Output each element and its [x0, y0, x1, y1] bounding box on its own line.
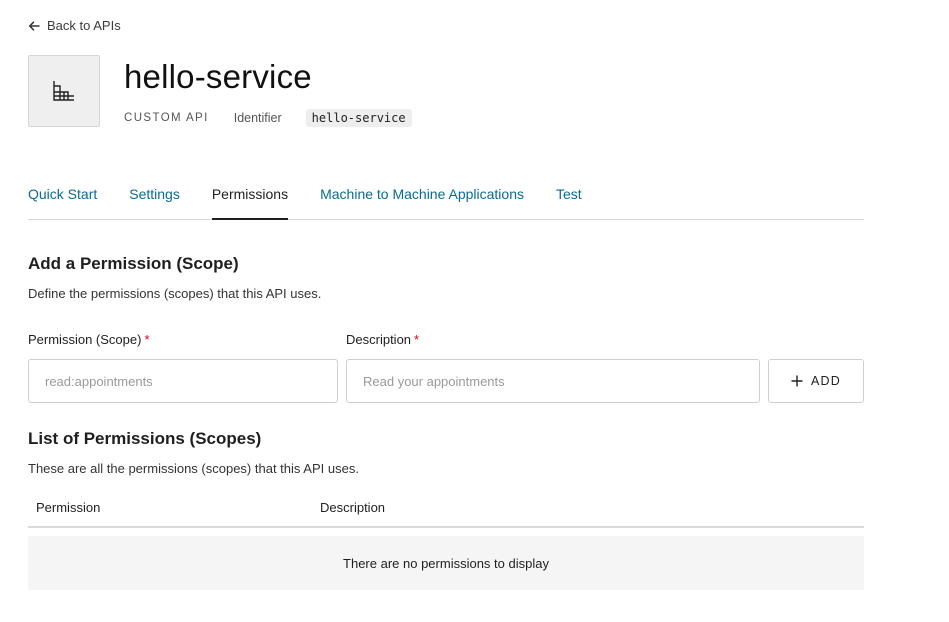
back-to-apis-link[interactable]: Back to APIs — [28, 18, 121, 33]
required-marker: * — [414, 332, 420, 347]
tab-machine-to-machine-applications[interactable]: Machine to Machine Applications — [320, 176, 524, 219]
arrow-left-icon — [28, 20, 40, 31]
tab-permissions[interactable]: Permissions — [211, 176, 289, 220]
tab-settings[interactable]: Settings — [129, 176, 180, 219]
permission-scope-input[interactable] — [28, 359, 338, 403]
permissions-table-header: Permission Description — [28, 490, 864, 528]
description-label-text: Description — [346, 332, 412, 347]
tab-test[interactable]: Test — [556, 176, 582, 219]
add-permission-button[interactable]: ADD — [768, 359, 864, 403]
permission-description-input[interactable] — [346, 359, 760, 403]
api-meta: CUSTOM API Identifier hello-service — [124, 109, 412, 127]
add-button-label: ADD — [811, 374, 841, 388]
tab-bar: Quick Start Settings Permissions Machine… — [28, 176, 864, 220]
page-title: hello-service — [124, 58, 312, 95]
description-field-label: Description * — [346, 332, 419, 347]
api-building-icon — [53, 81, 74, 101]
add-permission-heading: Add a Permission (Scope) — [28, 254, 239, 273]
add-permission-description: Define the permissions (scopes) that thi… — [28, 286, 322, 301]
column-header-description: Description — [320, 500, 386, 515]
identifier-value: hello-service — [305, 109, 412, 127]
list-permissions-heading: List of Permissions (Scopes) — [28, 429, 262, 448]
list-permissions-description: These are all the permissions (scopes) t… — [28, 461, 359, 476]
empty-permissions-row: There are no permissions to display — [28, 536, 864, 590]
identifier-label: Identifier — [233, 111, 282, 125]
permission-label-text: Permission (Scope) — [28, 332, 142, 347]
api-type-label: CUSTOM API — [124, 112, 209, 124]
tab-quick-start[interactable]: Quick Start — [28, 176, 97, 219]
permission-field-label: Permission (Scope) * — [28, 332, 150, 347]
required-marker: * — [144, 332, 150, 347]
back-link-label: Back to APIs — [47, 18, 121, 33]
plus-icon — [791, 375, 803, 387]
api-icon — [28, 55, 100, 127]
column-header-permission: Permission — [36, 500, 101, 515]
empty-state-message: There are no permissions to display — [343, 555, 549, 571]
